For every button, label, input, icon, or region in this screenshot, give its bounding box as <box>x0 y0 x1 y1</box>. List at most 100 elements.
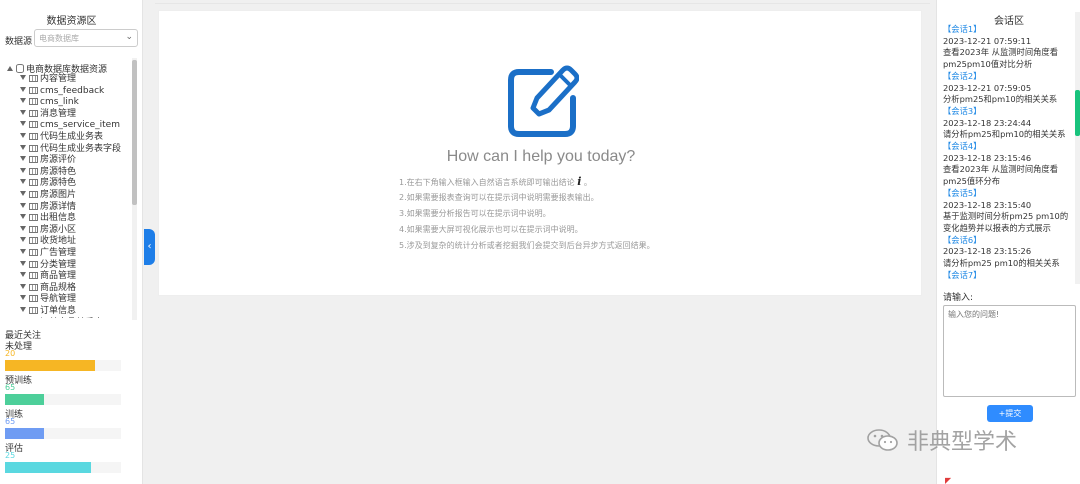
tip-5: 5.涉及到复杂的统计分析或者挖掘我们会提交到后台异步方式返回结果。 <box>399 241 655 250</box>
table-icon <box>29 249 38 256</box>
chat-welcome-card: How can I help you today? 1.在右下角输入框输入自然语… <box>158 10 922 296</box>
database-icon <box>16 64 24 73</box>
tip-1: 1.在右下角输入框输入自然语言系统即可输出结论 i 。 <box>399 175 592 188</box>
session-item[interactable]: 【会话1】 2023-12-21 07:59:11 查看2023年 从监测时间角度看… <box>943 24 1073 71</box>
tree-item[interactable]: 出租信息 <box>20 213 76 225</box>
session-item[interactable]: 【会话5】 2023-12-18 23:15:40 基于监测时间分析pm25 pm1… <box>943 188 1073 235</box>
submit-button[interactable]: +提交 <box>987 405 1033 422</box>
session-name[interactable]: 【会话7】 <box>943 270 1073 282</box>
datasource-label: 数据源 <box>5 37 33 47</box>
table-icon <box>29 237 38 245</box>
session-scrollbar[interactable] <box>1075 12 1080 284</box>
session-time: 2023-12-18 23:15:40 <box>943 199 1032 210</box>
tree-item[interactable]: cms_link <box>20 97 79 109</box>
session-text: 基于监测时间分析pm25 pm10的 <box>943 211 1069 222</box>
tip-2: 2.如果需要报表查询可以在提示词中说明需要报表输出。 <box>399 193 599 202</box>
tree-item[interactable]: 内容管理 <box>20 74 76 86</box>
tree-item-label: 广告管理 <box>40 248 77 258</box>
top-divider <box>155 3 930 4</box>
collapse-panel-button[interactable]: ‹ <box>144 229 155 265</box>
stat-bar-fill <box>5 360 96 371</box>
tree-item-label: 房源评价 <box>40 155 77 166</box>
stat-bar-fill <box>5 394 45 405</box>
tree-item[interactable]: 消息管理 <box>20 109 76 121</box>
table-icon <box>29 225 38 233</box>
tree-item[interactable]: 代码生成业务表字段 <box>20 144 121 156</box>
tree-item[interactable]: 房源特色 <box>20 178 76 190</box>
stat-value: 65 <box>5 383 16 392</box>
table-icon <box>29 214 38 222</box>
session-panel: 会话区 【会话1】 2023-12-21 07:59:11 查看2023年 从监测时… <box>936 0 1080 484</box>
tree-item[interactable]: 广告管理 <box>20 248 76 260</box>
session-item[interactable]: 【会话7】 <box>943 270 1073 282</box>
session-item[interactable]: 【会话2】 2023-12-21 07:59:05 分析pm25和pm10的相关关系 <box>943 71 1073 106</box>
tree-item[interactable]: 收货地址 <box>20 236 76 248</box>
expand-arrow-icon <box>20 260 26 266</box>
expand-arrow-icon <box>20 295 26 301</box>
session-time: 2023-12-21 07:59:11 <box>943 35 1032 46</box>
tip-suffix: 。 <box>583 178 592 187</box>
tree-item[interactable]: 房源图片 <box>20 190 76 202</box>
tree-item[interactable]: cms_feedback <box>20 86 104 98</box>
session-name[interactable]: 【会话4】 <box>943 141 1073 153</box>
expand-arrow-icon <box>20 272 26 278</box>
tree-item[interactable]: 房源特色 <box>20 167 76 179</box>
expand-arrow-icon <box>20 191 26 196</box>
tree-item-label: 订单信息 <box>40 306 77 316</box>
tree-item[interactable]: 房源小区 <box>20 225 76 237</box>
session-name[interactable]: 【会话3】 <box>943 106 1073 118</box>
session-time: 2023-12-18 23:15:46 <box>943 152 1032 163</box>
session-name[interactable]: 【会话1】 <box>943 24 1073 36</box>
stat-value: 25 <box>5 451 16 460</box>
expand-arrow-icon <box>20 156 26 162</box>
collapse-arrow-icon <box>7 66 13 71</box>
tree-item-label: 出租信息 <box>40 213 77 224</box>
expand-arrow-icon <box>20 167 26 173</box>
session-list: 【会话1】 2023-12-21 07:59:11 查看2023年 从监测时间角度看… <box>943 24 1073 286</box>
tree-item-label: 房源特色 <box>40 166 77 177</box>
datasource-select[interactable]: 电商数据库 ⌄ <box>34 29 138 47</box>
session-item[interactable]: 【会话3】 2023-12-18 23:24:44 请分析pm25和pm10的相关关… <box>943 106 1073 141</box>
tree-item-label: 收货地址 <box>40 236 77 247</box>
tree-item[interactable]: 导航管理 <box>20 294 76 306</box>
tree-scrollbar[interactable] <box>132 58 137 320</box>
tree-item-label: 代码生成业务表 <box>40 132 104 142</box>
table-icon <box>29 156 38 164</box>
session-text: 请分析pm25和pm10的相关关系 <box>943 129 1066 140</box>
tree-item[interactable]: 商品规格 <box>20 283 76 295</box>
session-item[interactable]: 【会话4】 2023-12-18 23:15:46 查看2023年 从监测时间角度看… <box>943 141 1073 188</box>
data-resource-panel: 数据资源区 数据源 电商数据库 ⌄ 电商数据库数据资源 内容管理 cms_feed… <box>0 0 143 484</box>
expand-arrow-icon <box>20 202 26 208</box>
question-input[interactable] <box>943 305 1076 397</box>
session-text: pm25pm10值对比分析 <box>943 59 1033 70</box>
table-icon <box>29 144 38 152</box>
expand-arrow-icon <box>20 98 26 104</box>
tree-item[interactable]: 分类管理 <box>20 260 76 272</box>
session-scrollbar-thumb[interactable] <box>1075 90 1080 136</box>
tree-scrollbar-thumb[interactable] <box>132 60 137 205</box>
session-name[interactable]: 【会话6】 <box>943 235 1073 247</box>
tree-item[interactable]: 代码生成业务表 <box>20 132 103 144</box>
tree-item-label: cms_service_item <box>40 120 120 131</box>
tree-item-label: 商品规格 <box>40 282 77 293</box>
table-icon <box>29 272 38 280</box>
tree-item[interactable]: cms_service_item <box>20 120 120 132</box>
session-name[interactable]: 【会话2】 <box>943 71 1073 83</box>
tip-3: 3.如果需要分析报告可以在提示词中说明。 <box>399 209 551 218</box>
tree-item-label: 商品管理 <box>40 271 77 282</box>
chevron-down-icon: ⌄ <box>125 32 133 42</box>
session-text: 变化趋势并以报表的方式展示 <box>943 222 1051 233</box>
session-name[interactable]: 【会话5】 <box>943 188 1073 200</box>
tree-item[interactable]: 商品管理 <box>20 271 76 283</box>
stat-value: 65 <box>5 417 16 426</box>
session-text: pm25值环分布 <box>943 176 1001 187</box>
table-icon <box>29 86 38 94</box>
stat-value: 20 <box>5 349 16 358</box>
expand-arrow-icon <box>20 179 26 185</box>
info-icon: i <box>577 175 582 188</box>
session-item[interactable]: 【会话6】 2023-12-18 23:15:26 请分析pm25 pm10的相关关… <box>943 235 1073 270</box>
tree-item[interactable]: 房源详情 <box>20 202 76 214</box>
tree-item[interactable]: 订单信息 <box>20 306 76 318</box>
table-icon <box>29 167 38 175</box>
tree-item[interactable]: 房源评价 <box>20 155 76 167</box>
